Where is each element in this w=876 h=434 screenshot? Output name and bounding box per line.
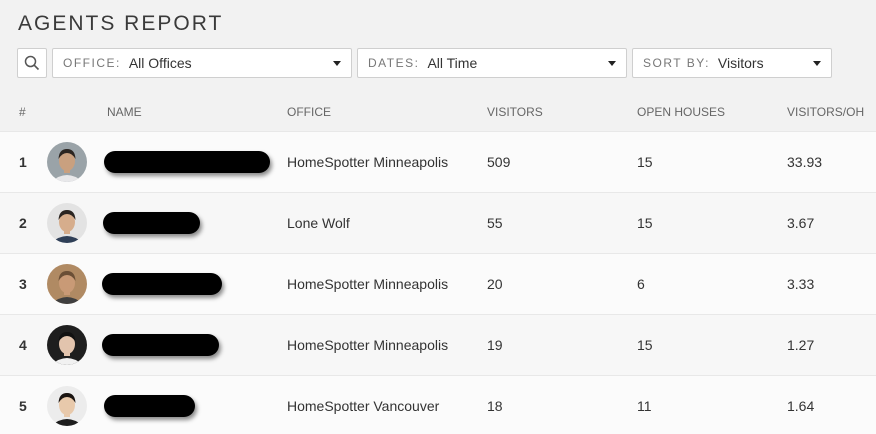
column-header-rank[interactable]: # bbox=[19, 105, 26, 119]
avatar bbox=[47, 325, 87, 365]
chevron-down-icon bbox=[333, 61, 341, 66]
table-row[interactable]: 5 HomeSpotter Vancouver 18 11 1.64 bbox=[0, 375, 876, 434]
agents-table: # NAME OFFICE VISITORS OPEN HOUSES VISIT… bbox=[0, 91, 876, 434]
visitors-per-oh-cell: 1.64 bbox=[787, 398, 815, 414]
rank-cell: 5 bbox=[19, 398, 27, 414]
office-filter-dropdown[interactable]: OFFICE: All Offices bbox=[52, 48, 352, 78]
office-filter-label: OFFICE: bbox=[63, 56, 121, 70]
office-filter-value: All Offices bbox=[128, 55, 192, 71]
sort-label: SORT BY: bbox=[643, 56, 710, 70]
dates-filter-dropdown[interactable]: DATES: All Time bbox=[357, 48, 627, 78]
visitors-per-oh-cell: 3.33 bbox=[787, 276, 815, 292]
table-row[interactable]: 4 HomeSpotter Minneapolis 19 15 1.27 bbox=[0, 314, 876, 375]
redacted-name bbox=[102, 334, 219, 356]
office-cell: HomeSpotter Minneapolis bbox=[287, 276, 449, 292]
visitors-cell: 20 bbox=[487, 276, 503, 292]
office-cell: Lone Wolf bbox=[287, 215, 350, 231]
visitors-per-oh-cell: 3.67 bbox=[787, 215, 815, 231]
rank-cell: 3 bbox=[19, 276, 27, 292]
open-houses-cell: 15 bbox=[637, 337, 653, 353]
redacted-name bbox=[104, 151, 270, 173]
search-button[interactable] bbox=[17, 48, 47, 78]
office-cell: HomeSpotter Minneapolis bbox=[287, 337, 449, 353]
search-icon bbox=[24, 55, 40, 71]
visitors-cell: 55 bbox=[487, 215, 503, 231]
table-header: # NAME OFFICE VISITORS OPEN HOUSES VISIT… bbox=[0, 91, 876, 131]
column-header-open-houses[interactable]: OPEN HOUSES bbox=[637, 105, 725, 119]
column-header-visitors-per-oh[interactable]: VISITORS/OH bbox=[787, 105, 864, 119]
column-header-name[interactable]: NAME bbox=[107, 105, 142, 119]
page-title: AGENTS REPORT bbox=[18, 12, 224, 35]
redacted-name bbox=[104, 395, 195, 417]
table-row[interactable]: 2 Lone Wolf 55 15 3.67 bbox=[0, 192, 876, 253]
avatar bbox=[47, 386, 87, 426]
rank-cell: 4 bbox=[19, 337, 27, 353]
table-row[interactable]: 3 HomeSpotter Minneapolis 20 6 3.33 bbox=[0, 253, 876, 314]
chevron-down-icon bbox=[608, 61, 616, 66]
avatar bbox=[47, 142, 87, 182]
sort-dropdown[interactable]: SORT BY: Visitors bbox=[632, 48, 832, 78]
sort-value: Visitors bbox=[717, 55, 764, 71]
rank-cell: 2 bbox=[19, 215, 27, 231]
office-cell: HomeSpotter Minneapolis bbox=[287, 154, 449, 170]
visitors-cell: 18 bbox=[487, 398, 503, 414]
dates-filter-label: DATES: bbox=[368, 56, 420, 70]
chevron-down-icon bbox=[813, 61, 821, 66]
visitors-cell: 509 bbox=[487, 154, 511, 170]
avatar bbox=[47, 264, 87, 304]
redacted-name bbox=[102, 273, 222, 295]
redacted-name bbox=[103, 212, 200, 234]
table-row[interactable]: 1 HomeSpotter Minneapolis 509 15 33.93 bbox=[0, 131, 876, 192]
visitors-per-oh-cell: 1.27 bbox=[787, 337, 815, 353]
rank-cell: 1 bbox=[19, 154, 27, 170]
open-houses-cell: 15 bbox=[637, 215, 653, 231]
dates-filter-value: All Time bbox=[427, 55, 478, 71]
visitors-per-oh-cell: 33.93 bbox=[787, 154, 823, 170]
visitors-cell: 19 bbox=[487, 337, 503, 353]
avatar bbox=[47, 203, 87, 243]
office-cell: HomeSpotter Vancouver bbox=[287, 398, 440, 414]
column-header-office[interactable]: OFFICE bbox=[287, 105, 331, 119]
open-houses-cell: 15 bbox=[637, 154, 653, 170]
column-header-visitors[interactable]: VISITORS bbox=[487, 105, 543, 119]
open-houses-cell: 11 bbox=[637, 398, 652, 414]
open-houses-cell: 6 bbox=[637, 276, 645, 292]
